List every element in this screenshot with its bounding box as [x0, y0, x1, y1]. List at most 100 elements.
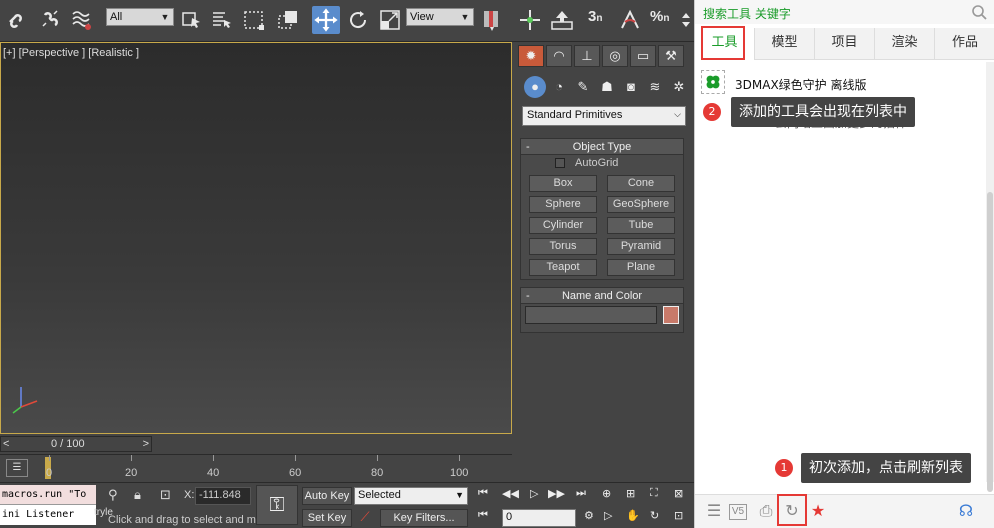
tab-works[interactable]: 作品 [935, 28, 994, 60]
goto-start-icon[interactable]: ⏮ [478, 487, 488, 500]
time-prev-button[interactable]: < [3, 438, 9, 450]
isolate-icon[interactable]: ⚲ [108, 487, 118, 503]
hierarchy-tab-icon[interactable]: ⊥ [574, 45, 600, 67]
set-key-button[interactable]: Set Key [302, 509, 352, 527]
next-frame-icon[interactable]: ▶▶ [548, 487, 565, 500]
list-item[interactable]: 3DMAX绿色守护 离线版 [701, 70, 961, 96]
selection-filter-select[interactable]: All ▼ [106, 8, 174, 26]
torus-button[interactable]: Torus [529, 238, 597, 255]
plane-button[interactable]: Plane [607, 259, 675, 276]
key-filters-button[interactable]: Key Filters... [380, 509, 468, 527]
time-next-button[interactable]: > [143, 438, 149, 450]
favorite-star-icon[interactable]: ★ [807, 501, 829, 523]
angle-snap-icon[interactable] [618, 8, 642, 32]
move-icon[interactable] [312, 6, 340, 34]
autogrid-checkbox[interactable]: AutoGrid [555, 157, 618, 169]
zoom-extents-icon[interactable]: ⛶ [650, 487, 658, 500]
lights-icon[interactable]: ✎ [572, 76, 594, 98]
reference-coordinate-select[interactable]: View ▼ [406, 8, 474, 26]
zoom-icon[interactable]: ⊕ [602, 487, 611, 500]
select-by-name-icon[interactable] [210, 8, 234, 32]
name-color-header[interactable]: - Name and Color [521, 288, 683, 304]
shapes-icon[interactable]: ◔ [548, 76, 570, 98]
tab-render[interactable]: 渲染 [875, 28, 935, 60]
tick [295, 455, 296, 461]
play-forward-icon[interactable]: ▷ [604, 509, 612, 522]
bind-spacewarp-icon[interactable] [70, 8, 94, 32]
helpers-icon[interactable]: ◙ [620, 76, 642, 98]
track-bar[interactable]: ☰ 0 20 40 60 80 100 [0, 454, 512, 482]
play-icon[interactable]: ▷ [530, 487, 538, 500]
primitive-category-select[interactable]: Standard Primitives ⌵ [522, 106, 686, 126]
box-button[interactable]: Box [529, 175, 597, 192]
rect-selection-icon[interactable] [242, 8, 266, 32]
zoom-all-icon[interactable]: ⊞ [626, 487, 635, 500]
scrollbar-thumb[interactable] [987, 192, 993, 492]
select-object-icon[interactable] [180, 8, 204, 32]
tab-projects[interactable]: 项目 [815, 28, 875, 60]
cameras-icon[interactable]: ☗ [596, 76, 618, 98]
window-crossing-icon[interactable] [276, 8, 300, 32]
display-tab-icon[interactable]: ▭ [630, 45, 656, 67]
keyboard-shortcut-icon[interactable] [550, 8, 574, 32]
maximize-viewport-icon[interactable]: ⊡ [674, 509, 683, 522]
key-tangent-icon[interactable]: ⟋ [354, 509, 376, 527]
curve-editor-icon[interactable]: ☰ [6, 459, 28, 477]
current-frame-input[interactable]: 0 [502, 509, 576, 527]
spacewarps-icon[interactable]: ≋ [644, 76, 666, 98]
geometry-icon[interactable]: ● [524, 76, 546, 98]
teapot-button[interactable]: Teapot [529, 259, 597, 276]
unlink-icon[interactable] [38, 8, 62, 32]
rotate-icon[interactable] [346, 8, 370, 32]
goto-end-icon[interactable]: ⏭ [576, 487, 586, 500]
select-link-icon[interactable] [6, 8, 30, 32]
time-slider[interactable]: < 0 / 100 > [0, 436, 152, 452]
systems-icon[interactable]: ✲ [668, 76, 690, 98]
maxscript-line-1[interactable]: macros.run "To [0, 485, 96, 505]
create-tab-icon[interactable]: ✹ [518, 45, 544, 67]
cone-button[interactable]: Cone [607, 175, 675, 192]
orbit-icon[interactable]: ↻ [650, 509, 659, 522]
absolute-mode-icon[interactable]: ⊡ [160, 487, 171, 503]
perspective-viewport[interactable]: [+] [Perspective ] [Realistic ] [0, 42, 512, 434]
menu-icon[interactable]: ☰ [703, 501, 725, 523]
search-icon[interactable] [971, 4, 987, 20]
maxscript-listener[interactable]: macros.run "To ini Listener [0, 485, 96, 525]
object-type-header[interactable]: - Object Type [521, 139, 683, 155]
support-headset-icon[interactable]: ☊ [955, 501, 977, 523]
maxscript-line-2[interactable]: ini Listener [0, 505, 96, 525]
list-scrollbar[interactable] [986, 62, 994, 492]
zoom-extents-all-icon[interactable]: ⊠ [674, 487, 683, 500]
version-icon[interactable]: V5 [729, 504, 747, 520]
print-icon[interactable]: ⎙ [755, 501, 777, 523]
geosphere-button[interactable]: GeoSphere [607, 196, 675, 213]
cylinder-button[interactable]: Cylinder [529, 217, 597, 234]
sphere-button[interactable]: Sphere [529, 196, 597, 213]
spinner-snap-icon[interactable] [680, 8, 692, 32]
x-coord-input[interactable]: -111.848 [195, 487, 251, 505]
utilities-tab-icon[interactable]: ⚒ [658, 45, 684, 67]
search-input[interactable]: 搜索工具 关键字 [703, 5, 791, 22]
tab-models[interactable]: 模型 [755, 28, 815, 60]
object-name-input[interactable] [525, 306, 657, 324]
key-mode-icon[interactable]: ⚿ [256, 485, 298, 525]
viewport-label[interactable]: [+] [Perspective ] [Realistic ] [3, 47, 139, 59]
pan-icon[interactable]: ✋ [626, 509, 640, 522]
pyramid-button[interactable]: Pyramid [607, 238, 675, 255]
prev-frame-icon[interactable]: ◀◀ [502, 487, 519, 500]
plugin-search-bar: 搜索工具 关键字 [695, 0, 994, 24]
scale-icon[interactable] [378, 8, 402, 32]
tube-button[interactable]: Tube [607, 217, 675, 234]
modify-tab-icon[interactable]: ◠ [546, 45, 572, 67]
auto-key-button[interactable]: Auto Key [302, 487, 352, 505]
object-color-swatch[interactable] [663, 306, 679, 324]
snap-toggle-label[interactable]: 3n [588, 8, 602, 25]
motion-tab-icon[interactable]: ◎ [602, 45, 628, 67]
time-config-icon[interactable]: ⚙ [584, 509, 594, 522]
percent-snap-label[interactable]: %n [650, 8, 669, 25]
key-mode-toggle-icon[interactable]: ⏮ [478, 509, 488, 522]
pivot-center-icon[interactable] [480, 8, 504, 32]
select-manipulate-icon[interactable] [518, 8, 542, 32]
lock-icon[interactable]: 🔒︎ [134, 487, 141, 503]
key-selection-select[interactable]: Selected ▼ [354, 487, 468, 505]
